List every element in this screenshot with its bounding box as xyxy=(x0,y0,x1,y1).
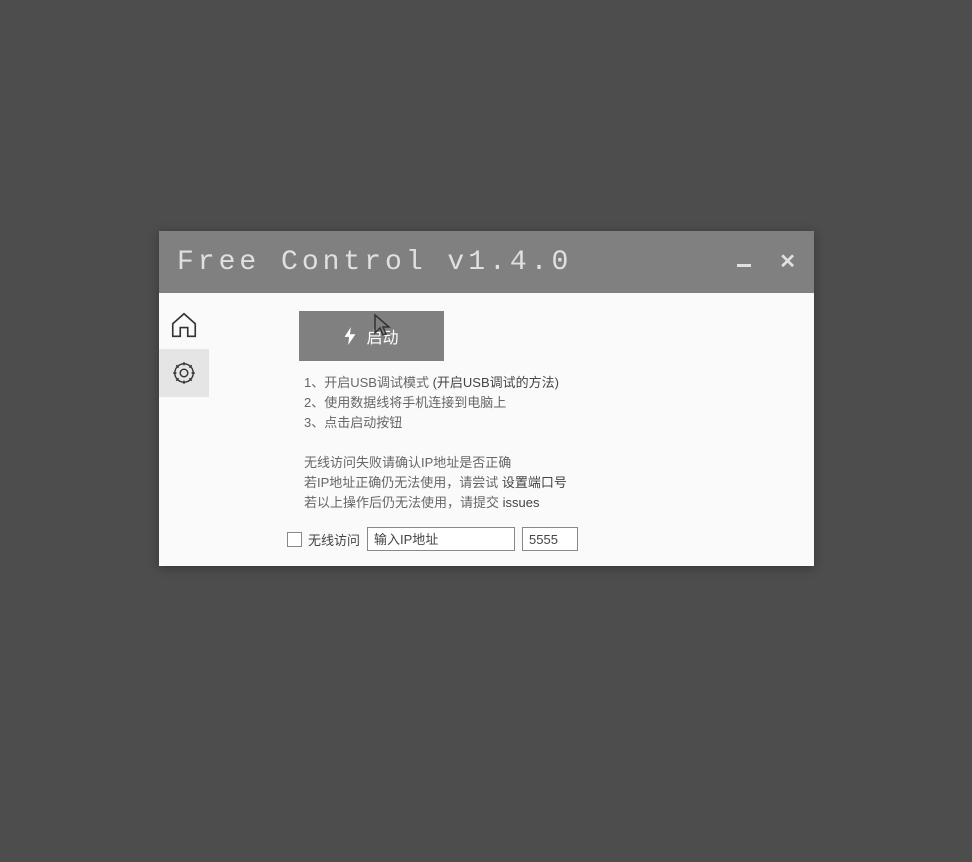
wireless-checkbox-wrapper[interactable]: 无线访问 xyxy=(287,530,360,549)
start-button[interactable]: 启动 xyxy=(299,311,444,361)
sidebar xyxy=(159,293,209,566)
minimize-button[interactable] xyxy=(737,264,751,267)
instruction-line-1: 1、开启USB调试模式 (开启USB调试的方法) xyxy=(304,373,794,393)
gear-icon xyxy=(171,360,197,386)
bolt-icon xyxy=(344,327,356,345)
window-controls: ✕ xyxy=(737,252,796,272)
main-panel: 启动 1、开启USB调试模式 (开启USB调试的方法) 2、使用数据线将手机连接… xyxy=(209,293,814,566)
info-block: 无线访问失败请确认IP地址是否正确 若IP地址正确仍无法使用，请尝试 设置端口号… xyxy=(304,453,794,513)
wireless-checkbox-label: 无线访问 xyxy=(308,530,360,549)
sidebar-item-settings[interactable] xyxy=(159,349,209,397)
titlebar[interactable]: Free Control v1.4.0 ✕ xyxy=(159,231,814,293)
app-window: Free Control v1.4.0 ✕ xyxy=(159,231,814,566)
close-button[interactable]: ✕ xyxy=(779,252,796,272)
instruction-line-3: 3、点击启动按钮 xyxy=(304,413,794,433)
info-line-1: 无线访问失败请确认IP地址是否正确 xyxy=(304,453,794,473)
app-title: Free Control v1.4.0 xyxy=(177,247,572,278)
usb-debug-link[interactable]: (开启USB调试的方法) xyxy=(433,375,559,390)
sidebar-item-home[interactable] xyxy=(159,301,209,349)
instructions-block: 1、开启USB调试模式 (开启USB调试的方法) 2、使用数据线将手机连接到电脑… xyxy=(304,373,794,433)
info-line-3: 若以上操作后仍无法使用，请提交 issues xyxy=(304,493,794,513)
wireless-form-row: 无线访问 xyxy=(287,527,794,551)
issues-link[interactable]: issues xyxy=(503,495,540,510)
info-line-2: 若IP地址正确仍无法使用，请尝试 设置端口号 xyxy=(304,473,794,493)
content-area: 启动 1、开启USB调试模式 (开启USB调试的方法) 2、使用数据线将手机连接… xyxy=(159,293,814,566)
port-input[interactable] xyxy=(522,527,578,551)
wireless-checkbox[interactable] xyxy=(287,532,302,547)
ip-address-input[interactable] xyxy=(367,527,515,551)
home-icon xyxy=(169,310,199,340)
instruction-line-2: 2、使用数据线将手机连接到电脑上 xyxy=(304,393,794,413)
start-button-label: 启动 xyxy=(366,324,398,348)
set-port-link[interactable]: 设置端口号 xyxy=(502,475,567,490)
